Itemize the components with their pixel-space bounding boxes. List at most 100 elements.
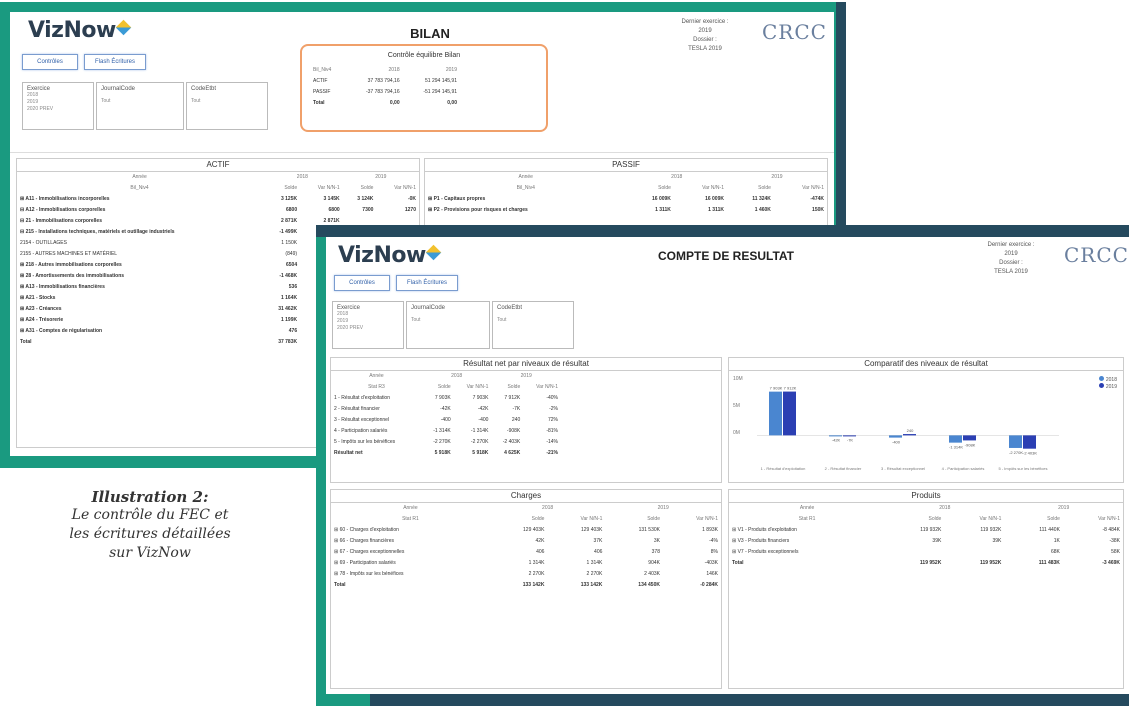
bar-2018-5[interactable] bbox=[1009, 435, 1022, 448]
table-header: Var N/N-1 bbox=[580, 516, 603, 522]
table-row[interactable]: ⊞ 67 - Charges exceptionnelles 406 406 378 8… bbox=[331, 547, 721, 558]
table-header: Solde bbox=[531, 516, 545, 522]
table-row[interactable]: ⊞ 78 - Impôts sur les bénéfices 2 270K 2 2… bbox=[331, 569, 721, 580]
illustration-caption: Illustration 2: Le contrôle du FEC et le… bbox=[30, 488, 270, 563]
table-header: Var N/N-1 bbox=[802, 185, 824, 191]
frame-band bbox=[370, 694, 1129, 706]
table-row[interactable]: ⊞ A11 - Immobilisations incorporelles 3 1… bbox=[17, 194, 419, 205]
row-label: ⊞ A21 - Stocks bbox=[20, 295, 56, 301]
table-row[interactable]: ⊞ 60 - Charges d'exploitation 129 403K 129… bbox=[331, 525, 721, 536]
legend-swatch bbox=[1099, 376, 1105, 381]
page-title: BILAN bbox=[410, 26, 450, 41]
codeetbt-slicer[interactable]: CodeEtbt Tout bbox=[492, 301, 574, 349]
codeetbt-slicer[interactable]: CodeEtbt Tout bbox=[186, 82, 268, 130]
journalcode-slicer[interactable]: JournalCode Tout bbox=[406, 301, 490, 349]
table-row[interactable]: 2 - Résultat financier -42K -42K -7K -2% bbox=[331, 404, 561, 415]
row-label: 4 - Participation salariés bbox=[334, 428, 388, 434]
slicer-value[interactable]: Tout bbox=[191, 98, 263, 105]
table-header: 2019 bbox=[445, 67, 457, 73]
row-value: 16 009K bbox=[705, 196, 724, 202]
slicer-value[interactable]: Tout bbox=[497, 317, 569, 324]
bar-2019-4[interactable] bbox=[963, 435, 976, 441]
row-value: 3 125K bbox=[280, 196, 298, 202]
slicer-option[interactable]: 2018 bbox=[337, 311, 399, 318]
row-label: ⊞ A31 - Comptes de régularisation bbox=[20, 328, 103, 334]
slicer-option[interactable]: 2019 bbox=[27, 99, 89, 106]
table-row[interactable]: ⊞ V1 - Produits d'exploitation 119 932K 11… bbox=[729, 525, 1123, 536]
slicer-value[interactable]: Tout bbox=[411, 317, 485, 324]
exercice-slicer[interactable]: Exercice 2018 2019 2020 PREV bbox=[332, 301, 404, 349]
bar-data-label: -908K bbox=[965, 442, 976, 447]
exercice-slicer[interactable]: Exercice 2018 2019 2020 PREV bbox=[22, 82, 94, 130]
row-value: 7 903K bbox=[472, 395, 489, 401]
bar-2019-3[interactable] bbox=[903, 434, 916, 436]
table-row[interactable]: ⊟ A12 - Immobilisations corporelles 6800 6… bbox=[17, 205, 419, 216]
flash-ecritures-button[interactable]: Flash Écritures bbox=[396, 275, 458, 291]
row-value: (849) bbox=[285, 251, 298, 257]
flash-ecritures-button[interactable]: Flash Écritures bbox=[84, 54, 146, 70]
x-tick-label: 3 - Résultat exceptionnel bbox=[881, 466, 925, 471]
bar-2019-5[interactable] bbox=[1023, 435, 1036, 449]
charges-panel: Charges Année 2018 2019 Stat R1 Solde Var N/… bbox=[330, 489, 722, 689]
table-row[interactable]: 3 - Résultat exceptionnel -400 -400 240 72% bbox=[331, 415, 561, 426]
table-row[interactable]: ⊞ P1 - Capitaux propres 16 009K 16 009K 11 … bbox=[425, 194, 827, 205]
table-row[interactable]: Total 119 952K 119 952K 111 483K -3 469K bbox=[729, 558, 1123, 569]
table-header: Solde bbox=[647, 516, 660, 522]
slicer-option[interactable]: 2020 PREV bbox=[27, 106, 89, 113]
legend-swatch bbox=[1099, 383, 1105, 388]
bar-2018-3[interactable] bbox=[889, 435, 902, 438]
row-value: 1 311K bbox=[708, 207, 724, 213]
table-row[interactable]: 5 - Impôts sur les bénéfices -2 270K -2 27… bbox=[331, 437, 561, 448]
row-value: 3 124K bbox=[357, 196, 374, 202]
row-label: 5 - Impôts sur les bénéfices bbox=[334, 439, 396, 445]
row-value: -0 284K bbox=[700, 582, 718, 588]
caption-line: sur VizNow bbox=[109, 545, 191, 561]
table-row[interactable]: ⊞ 66 - Charges financières 42K 37K 3K -4% bbox=[331, 536, 721, 547]
row-value: -1 314K bbox=[433, 428, 451, 434]
compte-screenshot: VizNow Contrôles Flash Écritures Exercic… bbox=[326, 237, 1129, 694]
bar-2018-2[interactable] bbox=[829, 435, 842, 437]
bar-2019-1[interactable] bbox=[783, 391, 796, 436]
controles-button[interactable]: Contrôles bbox=[334, 275, 390, 291]
bar-2018-1[interactable] bbox=[769, 391, 782, 436]
y-tick-label: 0M bbox=[733, 430, 740, 436]
table-row[interactable]: 1 - Résultat d'exploitation 7 903K 7 903K 7… bbox=[331, 393, 561, 404]
table-row[interactable]: ⊞ 69 - Participation salariés 1 314K 1 314… bbox=[331, 558, 721, 569]
table-header: Année bbox=[403, 505, 418, 511]
row-value: 119 952K bbox=[979, 560, 1002, 566]
row-value: 150K bbox=[812, 207, 824, 213]
row-label: ⊟ 215 - Installations techniques, matéri… bbox=[20, 229, 175, 235]
bar-2018-4[interactable] bbox=[949, 435, 962, 443]
comparatif-title: Comparatif des niveaux de résultat bbox=[729, 358, 1123, 371]
chart-legend: 2018 2019 bbox=[1099, 376, 1117, 390]
table-row[interactable]: ⊞ V3 - Produits financiers 39K 39K 1K -38K bbox=[729, 536, 1123, 547]
row-label: ⊞ A13 - Immobilisations financières bbox=[20, 284, 105, 290]
row-value: 68K bbox=[1051, 549, 1060, 555]
controles-button[interactable]: Contrôles bbox=[22, 54, 78, 70]
table-row[interactable]: Résultat net 5 918K 5 918K 4 625K -21% bbox=[331, 448, 561, 459]
table-header: 2018 bbox=[451, 373, 463, 379]
row-value: 6504 bbox=[285, 262, 298, 268]
row-value: -474K bbox=[810, 196, 824, 202]
slicer-option[interactable]: 2019 bbox=[337, 318, 399, 325]
row-label: 2 - Résultat financier bbox=[334, 406, 380, 412]
table-row[interactable]: ⊞ P2 - Provisions pour risques et charge… bbox=[425, 205, 827, 216]
table-header: 2019 bbox=[771, 174, 783, 180]
slicer-value[interactable]: Tout bbox=[101, 98, 179, 105]
row-label: ⊞ 67 - Charges exceptionnelles bbox=[334, 549, 405, 555]
caption-line: les écritures détaillées bbox=[69, 526, 231, 542]
table-row[interactable]: 4 - Participation salariés -1 314K -1 314K… bbox=[331, 426, 561, 437]
row-value: 1 314K bbox=[528, 560, 545, 566]
passif-table: Année 2018 2019 Bil_Niv4 Solde Var N/N-1 Sold… bbox=[425, 172, 827, 216]
journalcode-slicer[interactable]: JournalCode Tout bbox=[96, 82, 184, 130]
bar-2019-2[interactable] bbox=[843, 435, 856, 437]
bar-data-label: -42K bbox=[832, 438, 841, 443]
slicer-option[interactable]: 2018 bbox=[27, 92, 89, 99]
table-row[interactable]: Total 133 142K 133 142K 134 450K -0 284K bbox=[331, 580, 721, 591]
slicer-option[interactable]: 2020 PREV bbox=[337, 325, 399, 332]
viznow-logo: VizNow bbox=[28, 18, 132, 43]
cell: 0,00 bbox=[389, 100, 400, 106]
table-header: Var N/N-1 bbox=[536, 384, 558, 390]
table-row[interactable]: ⊞ V7 - Produits exceptionnels 68K 58K bbox=[729, 547, 1123, 558]
row-label: Total bbox=[732, 560, 744, 566]
